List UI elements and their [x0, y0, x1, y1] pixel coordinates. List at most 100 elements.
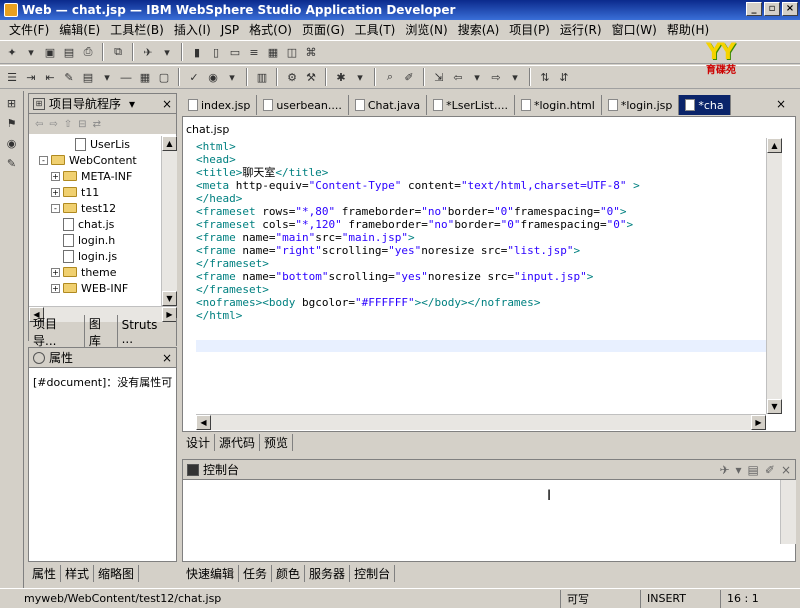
console-tab[interactable]: 服务器 [305, 564, 351, 582]
editor-tab[interactable]: Chat.java [349, 95, 428, 115]
navigator-tab[interactable]: 项目导... [29, 315, 85, 349]
menu-item[interactable]: 项目(P) [504, 21, 555, 38]
menu-item[interactable]: 窗口(W) [607, 21, 662, 38]
italic-icon[interactable]: ▯ [208, 44, 224, 60]
expand-icon[interactable]: + [51, 267, 60, 277]
close-icon[interactable]: × [781, 463, 791, 477]
left-bottom-tab[interactable]: 属性 [28, 564, 62, 582]
menu-item[interactable]: 帮助(H) [662, 21, 714, 38]
navigator-tab[interactable]: Struts ... [118, 318, 178, 346]
console-tab[interactable]: 任务 [239, 564, 273, 582]
dropdown-icon[interactable]: ▾ [352, 69, 368, 85]
form-icon[interactable]: ▤ [80, 69, 96, 85]
back-icon[interactable]: ⇦ [450, 69, 466, 85]
open-perspective-icon[interactable]: ⊞ [4, 95, 20, 111]
frame-icon[interactable]: ▢ [156, 69, 172, 85]
menu-item[interactable]: 编辑(E) [54, 21, 105, 38]
next-annotation-icon[interactable]: ⇲ [431, 69, 447, 85]
menu-item[interactable]: 插入(I) [169, 21, 216, 38]
scroll-up-button[interactable]: ▲ [162, 136, 177, 151]
close-icon[interactable]: × [776, 97, 786, 111]
dropdown-icon[interactable]: ▾ [507, 69, 523, 85]
link-editor-icon[interactable]: ⇄ [93, 119, 101, 130]
minimize-button[interactable]: _ [746, 2, 762, 16]
left-bottom-tab[interactable]: 缩略图 [94, 564, 140, 582]
collapse-icon[interactable]: - [51, 203, 60, 213]
up-icon[interactable]: ⇧ [64, 119, 72, 130]
brush-icon[interactable]: ✎ [61, 69, 77, 85]
link-icon[interactable]: ⌘ [303, 44, 319, 60]
debug-perspective-icon[interactable]: ✎ [4, 155, 20, 171]
tree-item[interactable]: UserLis [29, 136, 161, 152]
spell-check-icon[interactable]: ✓ [186, 69, 202, 85]
navigator-tab[interactable]: 图库 [85, 315, 118, 349]
menu-item[interactable]: 工具(T) [350, 21, 401, 38]
editor-view-tab[interactable]: 预览 [260, 433, 294, 451]
save-all-icon[interactable]: ▤ [61, 44, 77, 60]
menu-item[interactable]: 搜索(A) [453, 21, 505, 38]
scroll-up-button[interactable]: ▲ [767, 138, 782, 153]
expand-icon[interactable]: + [51, 187, 60, 197]
page-icon[interactable]: ▥ [254, 69, 270, 85]
console-tab[interactable]: 颜色 [272, 564, 306, 582]
editor-tab[interactable]: *login.jsp [602, 95, 680, 115]
editor-tab[interactable]: *login.html [515, 95, 602, 115]
expand-icon[interactable]: + [51, 171, 60, 181]
scroll-down-button[interactable]: ▼ [162, 291, 177, 306]
run-icon[interactable]: ✈ [140, 44, 156, 60]
sort-icon[interactable]: ⇅ [537, 69, 553, 85]
table-icon[interactable]: ▦ [265, 44, 281, 60]
editor-view-tab[interactable]: 源代码 [215, 433, 261, 451]
editor-tab[interactable]: *LserList.... [427, 95, 515, 115]
outdent-icon[interactable]: ⇤ [42, 69, 58, 85]
chevron-down-icon[interactable]: ▾ [129, 97, 135, 111]
editor-tab[interactable]: index.jsp [182, 95, 258, 115]
server-icon[interactable]: ⚙ [284, 69, 300, 85]
editor-tab[interactable]: *cha [679, 95, 731, 115]
rule-icon[interactable]: ― [118, 69, 134, 85]
collapse-icon[interactable]: - [39, 155, 48, 165]
pin-icon[interactable]: ✐ [765, 463, 775, 477]
tree-item[interactable]: - WebContent [29, 152, 161, 168]
close-button[interactable]: × [782, 2, 798, 16]
underline-icon[interactable]: ▭ [227, 44, 243, 60]
tree-item[interactable]: - test12 [29, 200, 161, 216]
forward-icon[interactable]: ⇨ [488, 69, 504, 85]
tree-item[interactable]: + t11 [29, 184, 161, 200]
scroll-down-button[interactable]: ▼ [767, 399, 782, 414]
dropdown-icon[interactable]: ▾ [99, 69, 115, 85]
open-perspective-icon[interactable]: ⧉ [110, 44, 126, 60]
expand-icon[interactable]: + [51, 283, 60, 293]
insert-icon[interactable]: ◫ [284, 44, 300, 60]
menu-item[interactable]: JSP [216, 23, 244, 37]
source-editor[interactable]: <html> <head> <title>聊天室</title> <meta http… [196, 140, 766, 340]
tree-item[interactable]: + META-INF [29, 168, 161, 184]
chevron-down-icon[interactable]: ▾ [736, 463, 742, 477]
menu-item[interactable]: 工具栏(B) [105, 21, 169, 38]
menu-item[interactable]: 页面(G) [297, 21, 350, 38]
tree-item[interactable]: + theme [29, 264, 161, 280]
clear-console-icon[interactable]: ▤ [748, 463, 759, 477]
run-config-icon[interactable]: ✱ [333, 69, 349, 85]
console-tab[interactable]: 快速编辑 [182, 564, 240, 582]
close-icon[interactable]: × [162, 351, 172, 365]
filter-icon[interactable]: ⇵ [556, 69, 572, 85]
dropdown-icon[interactable]: ▾ [23, 44, 39, 60]
tree-item[interactable]: login.js [29, 248, 161, 264]
dropdown-icon[interactable]: ▾ [159, 44, 175, 60]
new-icon[interactable]: ✦ [4, 44, 20, 60]
editor-tab[interactable]: userbean.... [257, 95, 349, 115]
list-icon[interactable]: ☰ [4, 69, 20, 85]
tree-item[interactable]: login.h [29, 232, 161, 248]
tree-item[interactable]: chat.js [29, 216, 161, 232]
forward-icon[interactable]: ⇨ [49, 119, 57, 130]
bold-icon[interactable]: ▮ [189, 44, 205, 60]
scroll-right-button[interactable]: ▶ [751, 415, 766, 430]
print-icon[interactable]: ⎙ [80, 44, 96, 60]
dropdown-icon[interactable]: ▾ [469, 69, 485, 85]
navigator-vertical-scrollbar[interactable]: ▲ ▼ [161, 136, 177, 306]
menu-item[interactable]: 格式(O) [244, 21, 297, 38]
search-icon[interactable]: ⌕ [382, 69, 398, 85]
grid-icon[interactable]: ▦ [137, 69, 153, 85]
pin-icon[interactable]: ✐ [401, 69, 417, 85]
